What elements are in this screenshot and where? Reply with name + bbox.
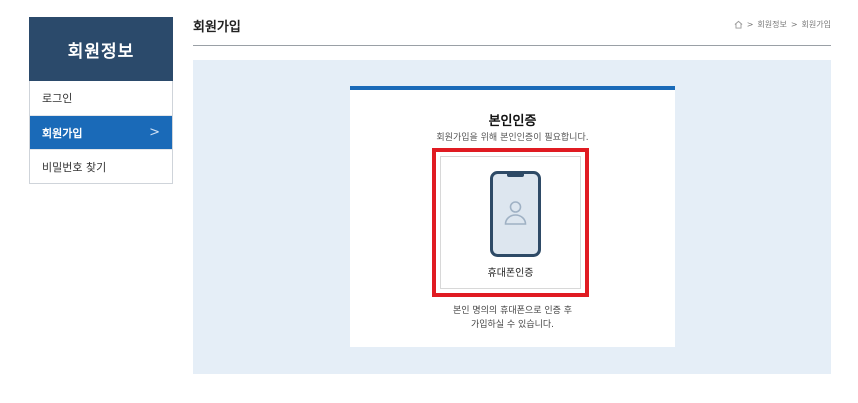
mobile-verification-label: 휴대폰인증 [487,268,534,279]
sidebar-item-label: 비밀번호 찾기 [42,160,107,174]
sidebar-item-find-password[interactable]: 비밀번호 찾기 [30,149,172,183]
breadcrumb-separator: > [790,20,798,29]
sidebar-item-label: 회원가입 [42,126,83,140]
card-note: 본인 명의의 휴대폰으로 인증 후 가입하실 수 있습니다. [350,304,675,332]
verification-card: 본인인증 회원가입을 위해 본인인증이 필요합니다. 휴대폰인증 본인 명의의 … [350,86,675,347]
chevron-right-icon: > [149,125,160,140]
card-title: 본인인증 [488,114,537,129]
sidebar-title: 회원정보 [29,17,173,81]
sidebar-item-signup[interactable]: 회원가입 > [30,115,172,149]
sidebar-item-login[interactable]: 로그인 [30,81,172,115]
breadcrumb-item-member-info[interactable]: 회원정보 [757,19,786,30]
mobile-verification-button[interactable]: 휴대폰인증 [432,148,589,297]
breadcrumb-item-signup: 회원가입 [801,20,831,29]
sidebar-item-label: 로그인 [42,92,73,105]
sidebar-menu: 로그인 회원가입 > 비밀번호 찾기 [29,81,173,184]
page-title: 회원가입 [193,20,241,35]
home-icon[interactable] [734,20,743,29]
breadcrumb: > 회원정보 > 회원가입 [734,19,831,30]
card-note-line: 가입하실 수 있습니다. [470,320,555,330]
card-subtitle: 회원가입을 위해 본인인증이 필요합니다. [436,133,589,143]
sidebar: 회원정보 로그인 회원가입 > 비밀번호 찾기 [29,17,173,184]
header-divider [193,45,831,46]
mobile-verification-option: 휴대폰인증 [440,156,581,289]
breadcrumb-separator: > [746,20,754,29]
mobile-phone-icon [490,171,541,257]
card-note-line: 본인 명의의 휴대폰으로 인증 후 [452,306,573,316]
